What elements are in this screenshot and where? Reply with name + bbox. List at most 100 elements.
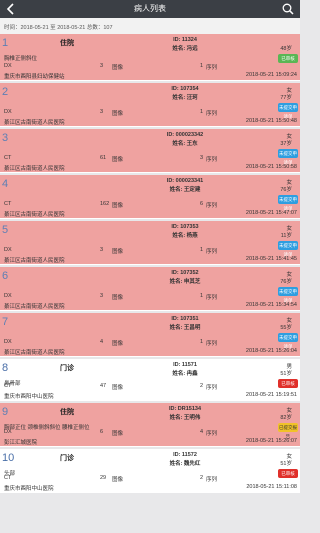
exam-time: 2018-05-21 15:50:58 (245, 164, 297, 170)
patient-age: 55岁 (280, 325, 292, 331)
hospital-name: 綦江区古南街道人民医院 (4, 166, 65, 172)
hospital-name: 綦江区古南街道人民医院 (4, 304, 65, 310)
patient-id: ID: 107351 (171, 316, 199, 322)
page-title: 病人列表 (134, 4, 166, 13)
status-badge[interactable]: 已提交报告 (278, 423, 298, 439)
image-count: 6 (100, 429, 104, 435)
image-count: 47 (100, 383, 107, 389)
patient-id: ID: 107352 (171, 270, 199, 276)
visit-type: 住院 (60, 409, 74, 416)
image-count-label: 图像 (112, 111, 124, 117)
series-count: 1 (200, 247, 204, 253)
status-badge[interactable]: 已审核 (278, 469, 298, 478)
modality: DX (4, 109, 12, 115)
series-count: 2 (200, 383, 204, 389)
patient-id: ID: 107354 (171, 86, 199, 92)
hospital-name: 綦江区古南街道人民医院 (4, 120, 65, 126)
status-badge[interactable]: 已审核 (278, 54, 298, 63)
patient-card[interactable]: 10 门诊 ID: 11572 姓名: 魏先红女 51岁 已审核 头部 CT 29 图像 2 序列 重庆… (0, 449, 300, 493)
image-count-label: 图像 (112, 249, 124, 255)
patient-age: 48岁 (280, 46, 292, 52)
status-badge[interactable]: 未提交申请单 (278, 195, 298, 211)
exam-time: 2018-05-21 15:11:08 (246, 484, 297, 490)
status-badge[interactable]: 未提交申请单 (278, 241, 298, 257)
patient-name: 姓名: 冯远 (172, 46, 198, 52)
series-count-label: 序列 (206, 295, 218, 301)
patient-age: 76岁 (280, 187, 292, 193)
image-count-label: 图像 (112, 385, 124, 391)
patient-card[interactable]: 2 ID: 107354 姓名: 汪珂女 77岁 未提交申请单 DX 3 图像 1 序列 綦江区古南… (0, 83, 300, 127)
patient-age: 11岁 (280, 233, 292, 239)
patient-id: ID: 11572 (173, 452, 197, 458)
series-count: 1 (200, 109, 204, 115)
image-count-label: 图像 (112, 295, 124, 301)
search-icon[interactable] (281, 2, 295, 16)
image-count: 3 (100, 247, 104, 253)
modality: CT (4, 155, 12, 161)
image-count-label: 图像 (112, 203, 124, 209)
image-count: 4 (100, 339, 104, 345)
image-count: 61 (100, 155, 107, 161)
status-badge[interactable]: 已审核 (278, 379, 298, 388)
exam-part: 胸部正位 颈椎侧斜斜位 腰椎正侧位 (4, 425, 90, 431)
visit-type: 住院 (60, 40, 74, 47)
image-count-label: 图像 (112, 431, 124, 437)
patient-list: 1 住院 ID: 11324 姓名: 冯远 48岁 已审核 胸椎正侧斜位 DX 3 图像 1 序列 重庆… (0, 34, 300, 495)
row-index: 8 (2, 362, 9, 374)
patient-card[interactable]: 6 ID: 107352 姓名: 申其芝女 76岁 未提交申请单 DX 3 图像 1 序列 綦江区古… (0, 267, 300, 311)
patient-card[interactable]: 7 ID: 107351 姓名: 王昌明女 55岁 未提交申请单 DX 4 图像 1 序列 綦江区古… (0, 313, 300, 357)
patient-age: 37岁 (280, 141, 292, 147)
series-count-label: 序列 (206, 203, 218, 209)
patient-card[interactable]: 5 ID: 107353 姓名: 杨燕女 11岁 未提交申请单 DX 3 图像 1 序列 綦江区古南… (0, 221, 300, 265)
patient-card[interactable]: 3 ID: 000023342 姓名: 王东女 37岁 未提交申请单 CT 61 图像 3 序列綦… (0, 129, 300, 173)
exam-time: 2018-05-21 15:34:54 (245, 302, 297, 308)
exam-time: 2018-05-21 15:50:48 (245, 118, 297, 124)
series-count: 1 (200, 293, 204, 299)
patient-id: ID: 11571 (173, 362, 197, 368)
image-count: 162 (100, 201, 110, 207)
patient-age: 76岁 (280, 279, 292, 285)
patient-name: 姓名: 王昌明 (169, 325, 201, 331)
row-index: 4 (2, 178, 9, 190)
image-count: 3 (100, 63, 104, 69)
patient-name: 姓名: 王明伟 (169, 415, 201, 421)
visit-type: 门诊 (60, 455, 74, 462)
hospital-name: 重庆市酉阳中山医院 (4, 486, 54, 492)
exam-time: 2018-05-21 15:26:07 (245, 438, 297, 444)
exam-time: 2018-05-21 15:41:45 (245, 256, 297, 262)
patient-name: 姓名: 杨燕 (172, 233, 198, 239)
row-index: 7 (2, 316, 9, 328)
exam-time: 2018-05-21 15:47:07 (245, 210, 297, 216)
status-badge[interactable]: 未提交申请单 (278, 287, 298, 303)
image-count-label: 图像 (112, 157, 124, 163)
status-badge[interactable]: 未提交申请单 (278, 103, 298, 119)
patient-card[interactable]: 1 住院 ID: 11324 姓名: 冯远 48岁 已审核 胸椎正侧斜位 DX 3 图像 1 序列 重庆… (0, 34, 300, 81)
patient-card[interactable]: 9 住院 ID: DR15134 姓名: 王明伟女 82岁 已提交报告 胸部正位 颈椎侧斜斜… (0, 403, 300, 447)
row-index: 5 (2, 224, 9, 236)
series-count: 2 (200, 475, 204, 481)
patient-name: 姓名: 冉鑫 (172, 371, 198, 377)
status-badge[interactable]: 未提交申请单 (278, 333, 298, 349)
modality: DX (4, 293, 12, 299)
row-index: 9 (2, 406, 9, 418)
patient-card[interactable]: 4 ID: 000023341 姓名: 王定建女 76岁 未提交申请单 CT 162 图像 6 序… (0, 175, 300, 219)
patient-id: ID: 000023341 (166, 178, 204, 184)
exam-time: 2018-05-21 15:09:24 (245, 72, 297, 78)
patient-id: ID: 107353 (171, 224, 199, 230)
patient-card[interactable]: 8 门诊 ID: 11571 姓名: 冉鑫男 51岁 已审核 鼻骨部 CT 47 图像 2 序列 重庆市… (0, 359, 300, 401)
series-count: 1 (200, 339, 204, 345)
patient-name: 姓名: 魏先红 (169, 461, 201, 467)
header-bar: 病人列表 (0, 0, 300, 18)
modality: DX (4, 339, 12, 345)
image-count: 3 (100, 293, 104, 299)
modality: CT (4, 201, 12, 207)
modality: DX (4, 63, 12, 69)
series-count: 1 (200, 63, 204, 69)
status-badge[interactable]: 未提交申请单 (278, 149, 298, 165)
patient-age: 51岁 (280, 461, 292, 467)
image-count-label: 图像 (112, 65, 124, 71)
modality: CT (4, 475, 12, 481)
patient-id: ID: DR15134 (168, 406, 202, 412)
hospital-name: 綦江区古南街道人民医院 (4, 350, 65, 356)
patient-name: 姓名: 王东 (172, 141, 198, 147)
